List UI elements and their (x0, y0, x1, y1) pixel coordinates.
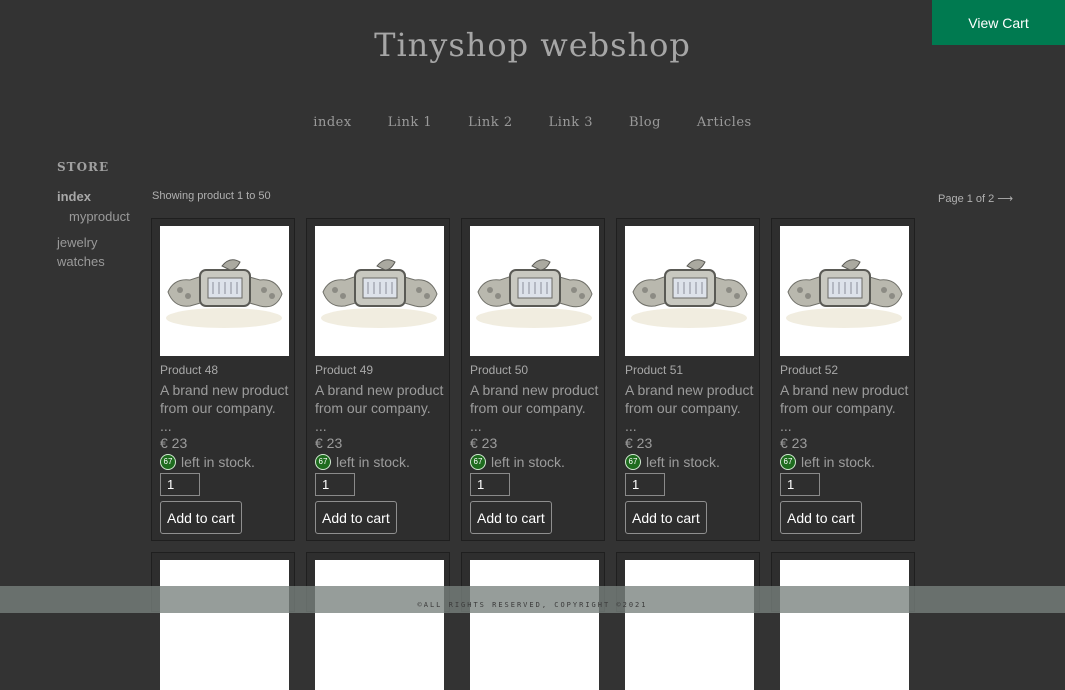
stock-count-badge: 67 (780, 454, 796, 470)
product-name[interactable]: Product 51 (625, 363, 683, 377)
product-price: € 23 (160, 435, 188, 451)
add-to-cart-button[interactable]: Add to cart (470, 501, 552, 534)
sidebar-item-myproduct[interactable]: myproduct (57, 209, 130, 224)
stock-status: 67 left in stock. (160, 454, 255, 470)
site-title: Tinyshop webshop (374, 26, 691, 64)
store-heading: STORE (57, 160, 110, 174)
add-to-cart-button[interactable]: Add to cart (625, 501, 707, 534)
add-to-cart-button[interactable]: Add to cart (780, 501, 862, 534)
nav-link-3[interactable]: Link 3 (531, 115, 611, 130)
product-price: € 23 (470, 435, 498, 451)
stock-status: 67 left in stock. (780, 454, 875, 470)
product-image[interactable] (625, 226, 754, 356)
product-name[interactable]: Product 52 (780, 363, 838, 377)
stock-count-badge: 67 (315, 454, 331, 470)
top-navigation: index Link 1 Link 2 Link 3 Blog Articles (0, 115, 1065, 130)
sidebar-item-index[interactable]: index (57, 189, 130, 204)
product-description: A brand new product from our company. ..… (160, 382, 289, 434)
stock-label: left in stock. (336, 454, 410, 470)
product-price: € 23 (315, 435, 343, 451)
stock-status: 67 left in stock. (625, 454, 720, 470)
nav-link-index[interactable]: index (295, 115, 369, 130)
product-card: Product 49 A brand new product from our … (306, 218, 450, 541)
product-description: A brand new product from our company. ..… (470, 382, 599, 434)
watch-image-icon (786, 259, 903, 328)
product-image[interactable] (625, 560, 754, 690)
product-image[interactable] (470, 226, 599, 356)
stock-status: 67 left in stock. (315, 454, 410, 470)
stock-status: 67 left in stock. (470, 454, 565, 470)
product-card: Product 51 A brand new product from our … (616, 218, 760, 541)
stock-count-badge: 67 (470, 454, 486, 470)
product-image[interactable] (470, 560, 599, 690)
product-card: Product 48 A brand new product from our … (151, 218, 295, 541)
sidebar-item-jewelry[interactable]: jewelry (57, 233, 130, 252)
add-to-cart-button[interactable]: Add to cart (315, 501, 397, 534)
product-description: A brand new product from our company. ..… (780, 382, 909, 434)
nav-link-1[interactable]: Link 1 (370, 115, 450, 130)
nav-link-2[interactable]: Link 2 (450, 115, 530, 130)
product-name[interactable]: Product 50 (470, 363, 528, 377)
add-to-cart-button[interactable]: Add to cart (160, 501, 242, 534)
watch-image-icon (166, 259, 283, 328)
stock-label: left in stock. (181, 454, 255, 470)
sidebar-item-watches[interactable]: watches (57, 252, 130, 271)
pagination: Page 1 of 2 ⟶ (938, 192, 1013, 205)
product-card: Product 50 A brand new product from our … (461, 218, 605, 541)
quantity-input[interactable] (780, 473, 820, 496)
stock-count-badge: 67 (625, 454, 641, 470)
page-indicator: Page 1 of 2 (938, 193, 995, 205)
product-image[interactable] (315, 226, 444, 356)
showing-count: Showing product 1 to 50 (152, 190, 271, 202)
product-image[interactable] (160, 560, 289, 690)
quantity-input[interactable] (160, 473, 200, 496)
product-image[interactable] (780, 560, 909, 690)
footer: ©ALL RIGHTS RESERVED, COPYRIGHT ©2021 (0, 586, 1065, 613)
stock-count-badge: 67 (160, 454, 176, 470)
product-name[interactable]: Product 48 (160, 363, 218, 377)
product-name[interactable]: Product 49 (315, 363, 373, 377)
product-description: A brand new product from our company. ..… (625, 382, 754, 434)
product-image[interactable] (160, 226, 289, 356)
product-description: A brand new product from our company. ..… (315, 382, 444, 434)
product-price: € 23 (780, 435, 808, 451)
stock-label: left in stock. (491, 454, 565, 470)
next-page-arrow-icon[interactable]: ⟶ (997, 192, 1013, 205)
watch-image-icon (476, 259, 593, 328)
product-image[interactable] (315, 560, 444, 690)
nav-link-blog[interactable]: Blog (611, 115, 679, 130)
stock-label: left in stock. (646, 454, 720, 470)
quantity-input[interactable] (315, 473, 355, 496)
quantity-input[interactable] (470, 473, 510, 496)
nav-link-articles[interactable]: Articles (679, 115, 770, 130)
quantity-input[interactable] (625, 473, 665, 496)
product-price: € 23 (625, 435, 653, 451)
watch-image-icon (631, 259, 748, 328)
stock-label: left in stock. (801, 454, 875, 470)
product-card: Product 52 A brand new product from our … (771, 218, 915, 541)
store-sidebar: index myproduct jewelry watches (57, 189, 130, 271)
product-image[interactable] (780, 226, 909, 356)
watch-image-icon (321, 259, 438, 328)
